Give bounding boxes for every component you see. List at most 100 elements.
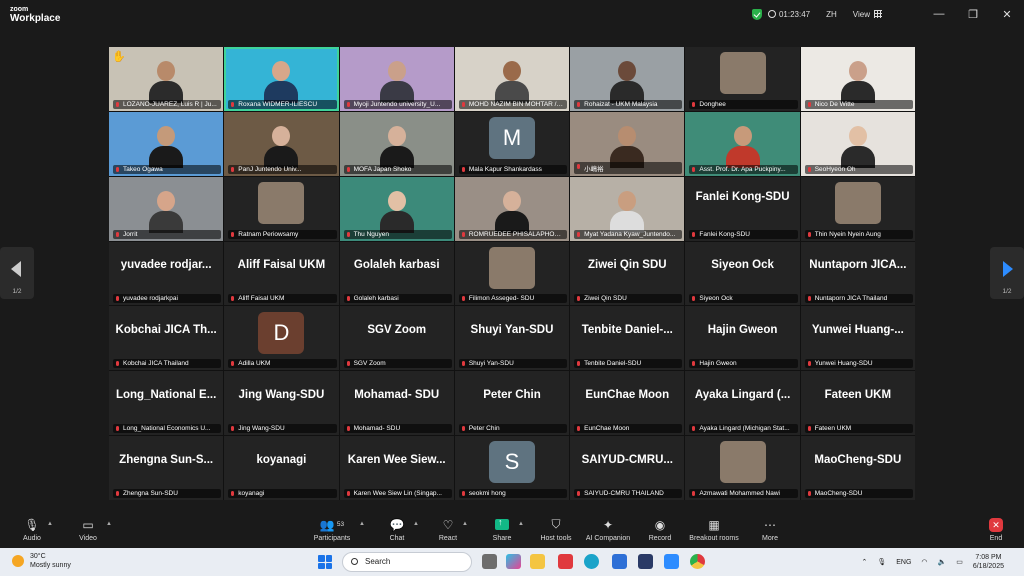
battery-icon[interactable]: ▭ bbox=[956, 558, 963, 566]
participant-tile[interactable]: Jing Wang-SDU Jing Wang-SDU bbox=[224, 371, 339, 436]
copilot-icon[interactable] bbox=[506, 554, 521, 569]
chat-caret-icon[interactable]: ▲ bbox=[413, 521, 419, 527]
participant-tile[interactable]: Azmawati Mohammed Nawi bbox=[685, 436, 800, 500]
participant-tile[interactable]: D Adilla UKM bbox=[224, 306, 339, 371]
participant-tile[interactable]: Hajin Gweon Hajin Gweon bbox=[685, 306, 800, 371]
file-explorer-icon[interactable] bbox=[530, 554, 545, 569]
video-button[interactable]: ▭ Video bbox=[76, 517, 100, 543]
participant-tile[interactable]: EunChae Moon EunChae Moon bbox=[570, 371, 685, 436]
participant-tile[interactable]: Shuyi Yan-SDU Shuyi Yan-SDU bbox=[454, 306, 570, 371]
participant-tile[interactable]: SGV Zoom SGV Zoom bbox=[339, 306, 454, 371]
participant-tile[interactable]: Peter Chin Peter Chin bbox=[454, 371, 570, 436]
view-button[interactable]: View bbox=[853, 10, 870, 19]
task-view-icon[interactable] bbox=[482, 554, 497, 569]
host-tools-button[interactable]: ⛉ Host tools bbox=[536, 517, 576, 542]
app-l-icon[interactable] bbox=[558, 554, 573, 569]
participant-tile[interactable]: Myat Yadana Kyaw_Juntendo... bbox=[570, 176, 685, 241]
participant-tile[interactable]: Fateen UKM Fateen UKM bbox=[800, 371, 915, 436]
participant-video-figure bbox=[264, 125, 299, 168]
participant-tile[interactable]: Aliff Faisal UKM Aliff Faisal UKM bbox=[224, 241, 339, 306]
participant-tile[interactable]: Asst. Prof. Dr. Apa Puckpiny... bbox=[685, 111, 800, 176]
participant-tile[interactable]: Ayaka Lingard (... Ayaka Lingard (Michiga… bbox=[685, 371, 800, 436]
participants-button[interactable]: 👥 53 Participants bbox=[310, 517, 354, 543]
participant-tile[interactable]: SAIYUD-CMRU... SAIYUD-CMRU THAILAND bbox=[570, 436, 685, 500]
word-icon[interactable] bbox=[638, 554, 653, 569]
participant-tile[interactable]: Takeo Ogawa bbox=[109, 111, 224, 176]
zoom-taskbar-icon[interactable] bbox=[664, 554, 679, 569]
audio-options-caret-icon[interactable]: ▲ bbox=[47, 521, 53, 527]
windows-start-icon[interactable] bbox=[318, 555, 332, 569]
edge-browser-icon[interactable] bbox=[584, 554, 599, 569]
record-icon: ◉ bbox=[654, 517, 666, 532]
participant-tile[interactable]: Filimon Asseged- SDU bbox=[454, 241, 570, 306]
participant-tile[interactable]: Long_National E... Long_National Economic… bbox=[109, 371, 224, 436]
participant-tile[interactable]: Golaleh karbasi Golaleh karbasi bbox=[339, 241, 454, 306]
wifi-icon[interactable]: ◠ bbox=[921, 558, 927, 566]
encryption-shield-icon[interactable] bbox=[751, 8, 762, 20]
participant-tile[interactable]: MOFA Japan Shoko bbox=[339, 111, 454, 176]
chrome-icon[interactable] bbox=[690, 554, 705, 569]
chat-button[interactable]: 💬 Chat bbox=[385, 517, 409, 543]
share-caret-icon[interactable]: ▲ bbox=[518, 521, 524, 527]
record-button[interactable]: ◉ Record bbox=[646, 517, 674, 543]
react-button[interactable]: ♡ React bbox=[436, 517, 460, 543]
language-button[interactable]: ZH bbox=[826, 10, 837, 19]
participant-tile[interactable]: Sseokmi hong bbox=[454, 436, 570, 500]
close-window-button[interactable]: ✕ bbox=[990, 8, 1024, 21]
language-indicator[interactable]: ENG bbox=[896, 559, 911, 566]
participant-tile[interactable]: Thin Nyein Nyein Aung bbox=[800, 176, 915, 241]
weather-widget[interactable]: 30°C Mostly sunny bbox=[12, 552, 71, 570]
participant-tile[interactable]: Kobchai JICA Th... Kobchai JICA Thailand bbox=[109, 306, 224, 371]
store-icon[interactable] bbox=[612, 554, 627, 569]
participant-tile[interactable]: MaoCheng-SDU MaoCheng-SDU bbox=[800, 436, 915, 500]
participant-tile[interactable]: Donghee bbox=[685, 47, 800, 111]
participants-caret-icon[interactable]: ▲ bbox=[359, 521, 365, 527]
restore-button[interactable]: ❐ bbox=[956, 8, 990, 21]
ai-companion-button[interactable]: ✦ AI Companion bbox=[583, 517, 633, 543]
volume-icon[interactable]: 🔈 bbox=[938, 558, 947, 566]
participant-tile[interactable]: Tenbite Daniel-... Tenbite Daniel-SDU bbox=[570, 306, 685, 371]
participant-tile[interactable]: Myoji Juntendo university_U... bbox=[339, 47, 454, 111]
participant-tile[interactable]: Ratnam Periowsamy bbox=[224, 176, 339, 241]
participant-tile[interactable]: ✋ LOZANO-JUAREZ, Luis R | Ju... bbox=[109, 47, 224, 111]
taskbar-search[interactable]: Search bbox=[342, 552, 472, 572]
participant-tile[interactable]: Zhengna Sun-S... Zhengna Sun-SDU bbox=[109, 436, 224, 500]
participant-tile[interactable]: Thu Nguyen bbox=[339, 176, 454, 241]
participant-tile[interactable]: PanJ Juntendo Univ... bbox=[224, 111, 339, 176]
react-caret-icon[interactable]: ▲ bbox=[462, 521, 468, 527]
sun-icon bbox=[12, 555, 24, 567]
participant-tile[interactable]: koyanagi koyanagi bbox=[224, 436, 339, 500]
end-meeting-button[interactable]: ✕ End bbox=[984, 517, 1008, 542]
participant-tile[interactable]: MOHD NAZIM BIN MOHTAR / E... bbox=[454, 47, 570, 111]
participant-tile[interactable]: Rohaizat - UKM Malaysia bbox=[570, 47, 685, 111]
previous-page-button[interactable]: 1/2 bbox=[0, 247, 34, 299]
audio-button[interactable]: 🎙 Audio bbox=[20, 517, 44, 543]
participant-display-name: Aliff Faisal UKM bbox=[237, 259, 326, 272]
participant-tile[interactable]: SeoHyeon Oh bbox=[800, 111, 915, 176]
participant-tile[interactable]: Nico De Witte bbox=[800, 47, 915, 111]
participant-tile[interactable]: 小嶋裕 bbox=[570, 111, 685, 176]
participant-tile[interactable]: Yunwei Huang-... Yunwei Huang-SDU bbox=[800, 306, 915, 371]
participant-tile[interactable]: Roxana WIDMER-ILIESCU bbox=[224, 47, 339, 111]
participant-tile[interactable]: Ziwei Qin SDU Ziwei Qin SDU bbox=[570, 241, 685, 306]
breakout-rooms-button[interactable]: ▦ Breakout rooms bbox=[686, 517, 742, 543]
participant-tile[interactable]: ROMRUEDEE PHISALAPHONG bbox=[454, 176, 570, 241]
mic-tray-icon[interactable]: 🎙 bbox=[877, 558, 886, 566]
more-dots-icon: ⋯ bbox=[764, 517, 776, 532]
chevron-up-icon[interactable]: ⌃ bbox=[861, 558, 867, 566]
more-button[interactable]: ⋯ More bbox=[758, 517, 782, 543]
participant-tile[interactable]: Karen Wee Siew... Karen Wee Siew Lin (Sin… bbox=[339, 436, 454, 500]
participant-tile[interactable]: M Mala Kapur Shankardass bbox=[454, 111, 570, 176]
participant-tile[interactable]: Mohamad- SDU Mohamad- SDU bbox=[339, 371, 454, 436]
minimize-button[interactable]: — bbox=[922, 8, 956, 20]
grid-view-icon[interactable] bbox=[874, 10, 882, 18]
participant-tile[interactable]: Fanlei Kong-SDU Fanlei Kong-SDU bbox=[685, 176, 800, 241]
participant-tile[interactable]: Jorrit bbox=[109, 176, 224, 241]
participant-tile[interactable]: yuvadee rodjar... yuvadee rodjarkpai bbox=[109, 241, 224, 306]
next-page-button[interactable]: 1/2 bbox=[990, 247, 1024, 299]
video-options-caret-icon[interactable]: ▲ bbox=[106, 521, 112, 527]
clock-tray[interactable]: 7:08 PM 6/18/2025 bbox=[973, 553, 1004, 571]
participant-tile[interactable]: Nuntaporn JICA... Nuntaporn JICA Thailand bbox=[800, 241, 915, 306]
participant-tile[interactable]: Siyeon Ock Siyeon Ock bbox=[685, 241, 800, 306]
share-button[interactable]: Share bbox=[490, 517, 514, 542]
